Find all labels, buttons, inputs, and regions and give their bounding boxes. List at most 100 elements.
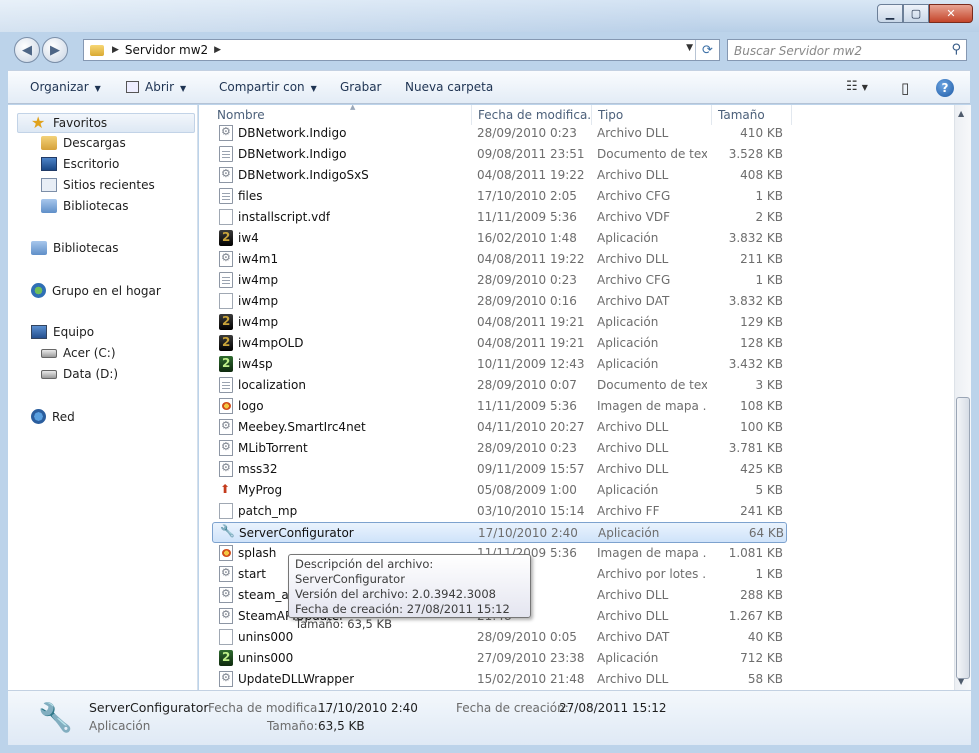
organize-button[interactable]: Organizar ▼ xyxy=(30,80,101,94)
column-header-tamano[interactable]: Tamaño xyxy=(712,105,792,125)
sidebar-item-escritorio[interactable]: Escritorio xyxy=(41,157,119,171)
file-date: 27/09/2010 23:38 xyxy=(477,651,585,665)
file-row[interactable]: iw4sp 10/11/2009 12:43 Aplicación 3.432 KB xyxy=(212,354,787,375)
file-size: 1.267 KB xyxy=(728,609,783,623)
text-file-icon xyxy=(219,188,233,204)
bitmap-image-icon xyxy=(219,398,233,414)
sidebar-item-acer-c[interactable]: Acer (C:) xyxy=(41,346,116,360)
help-button[interactable]: ? xyxy=(936,79,954,97)
scroll-up-icon[interactable]: ▲ xyxy=(958,109,964,118)
search-icon[interactable]: ⚲ xyxy=(951,42,961,57)
file-row[interactable]: DBNetwork.IndigoSxS 04/08/2011 19:22 Archi… xyxy=(212,165,787,186)
file-row[interactable]: installscript.vdf 11/11/2009 5:36 Archivo … xyxy=(212,207,787,228)
chevron-right-icon[interactable]: ▶ xyxy=(214,45,221,55)
file-date: 10/11/2009 12:43 xyxy=(477,357,585,371)
address-bar[interactable]: ▶ Servidor mw2 ▶ ▼ ⟳ xyxy=(83,39,720,61)
search-input[interactable]: Buscar Servidor mw2 ⚲ xyxy=(727,39,967,61)
recent-places-icon xyxy=(41,178,57,192)
file-type: Archivo DLL xyxy=(597,609,669,623)
file-row[interactable]: DBNetwork.Indigo 09/08/2011 23:51 Document… xyxy=(212,144,787,165)
file-row[interactable]: iw4m1 04/08/2011 19:22 Archivo DLL 211 KB xyxy=(212,249,787,270)
scrollbar-thumb[interactable] xyxy=(956,397,970,679)
new-folder-button[interactable]: Nueva carpeta xyxy=(405,80,493,94)
breadcrumb-servidor-mw2[interactable]: Servidor mw2 xyxy=(125,43,208,57)
file-row[interactable]: files 17/10/2010 2:05 Archivo CFG 1 KB xyxy=(212,186,787,207)
scroll-down-icon[interactable]: ▼ xyxy=(958,677,964,686)
sidebar-item-data-d[interactable]: Data (D:) xyxy=(41,367,118,381)
file-row[interactable]: unins000 27/09/2010 23:38 Aplicación 712 KB xyxy=(212,648,787,669)
text-file-icon xyxy=(219,377,233,393)
back-button[interactable]: ◀ xyxy=(14,37,40,63)
sidebar-item-favoritos[interactable]: ★ Favoritos xyxy=(17,113,195,133)
file-row[interactable]: Meebey.SmartIrc4net 04/11/2010 20:27 Archi… xyxy=(212,417,787,438)
vertical-scrollbar[interactable]: ▲ ▼ xyxy=(954,105,971,690)
burn-button[interactable]: Grabar xyxy=(340,80,382,94)
sidebar-item-equipo[interactable]: Equipo xyxy=(31,325,94,339)
file-row[interactable]: iw4 16/02/2010 1:48 Aplicación 3.832 KB xyxy=(212,228,787,249)
file-name: ServerConfigurator xyxy=(239,526,354,540)
column-header-fecha[interactable]: Fecha de modifica... xyxy=(472,105,592,125)
mw2-app-icon xyxy=(219,314,233,330)
file-size: 100 KB xyxy=(740,420,783,434)
file-type: Aplicación xyxy=(597,336,659,350)
tooltip-version: Versión del archivo: 2.0.3942.3008 xyxy=(295,587,497,601)
file-size: 64 KB xyxy=(748,526,784,540)
file-type: Aplicación xyxy=(597,357,659,371)
file-row[interactable]: MLibTorrent 28/09/2010 0:23 Archivo DLL 3.7… xyxy=(212,438,787,459)
computer-icon xyxy=(31,325,47,339)
sidebar-item-bibliotecas-fav[interactable]: Bibliotecas xyxy=(41,199,128,213)
file-row[interactable]: mss32 09/11/2009 15:57 Archivo DLL 425 KB xyxy=(212,459,787,480)
view-options-icon[interactable]: ☷ ▼ xyxy=(846,79,868,94)
file-row[interactable]: ServerConfigurator 17/10/2010 2:40 Aplicac… xyxy=(212,522,787,543)
column-header-tipo[interactable]: Tipo xyxy=(592,105,712,125)
sidebar-item-sitios-recientes[interactable]: Sitios recientes xyxy=(41,178,155,192)
command-bar: Organizar ▼ Abrir ▼ Compartir con ▼ Grabar … xyxy=(8,70,970,104)
column-header-label: Tipo xyxy=(598,108,624,122)
file-size: 1 KB xyxy=(755,273,783,287)
file-row[interactable]: localization 28/09/2010 0:07 Documento de … xyxy=(212,375,787,396)
sidebar-item-red[interactable]: Red xyxy=(31,409,75,424)
open-button[interactable]: Abrir ▼ xyxy=(126,80,186,94)
file-type: Archivo DLL xyxy=(597,672,669,686)
file-type: Archivo DLL xyxy=(597,588,669,602)
file-row[interactable]: iw4mp 28/09/2010 0:23 Archivo CFG 1 KB xyxy=(212,270,787,291)
file-row[interactable]: patch_mp 03/10/2010 15:14 Archivo FF 241 KB xyxy=(212,501,787,522)
file-date: 11/11/2009 5:36 xyxy=(477,210,577,224)
sidebar-item-grupo-hogar[interactable]: Grupo en el hogar xyxy=(31,283,161,298)
refresh-icon[interactable]: ⟳ xyxy=(695,40,719,60)
address-dropdown-icon[interactable]: ▼ xyxy=(686,43,693,53)
close-button[interactable]: ✕ xyxy=(929,4,973,23)
file-size: 211 KB xyxy=(740,252,783,266)
file-row[interactable]: MyProg 05/08/2009 1:00 Aplicación 5 KB xyxy=(212,480,787,501)
file-date: 28/09/2010 0:23 xyxy=(477,441,577,455)
file-row[interactable]: DBNetwork.Indigo 28/09/2010 0:23 Archivo D… xyxy=(212,123,787,144)
file-type: Archivo DAT xyxy=(597,630,670,644)
file-date: 09/11/2009 15:57 xyxy=(477,462,585,476)
file-row[interactable]: iw4mp 04/08/2011 19:21 Aplicación 129 KB xyxy=(212,312,787,333)
maximize-button[interactable]: ▢ xyxy=(903,4,929,23)
file-size: 3 KB xyxy=(755,378,783,392)
file-date: 04/11/2010 20:27 xyxy=(477,420,585,434)
file-row[interactable]: iw4mp 28/09/2010 0:16 Archivo DAT 3.832 KB xyxy=(212,291,787,312)
file-name: iw4mpOLD xyxy=(238,336,304,350)
preview-pane-icon[interactable]: ▯ xyxy=(901,79,909,97)
title-bar: ▁ ▢ ✕ xyxy=(0,0,979,32)
sidebar-item-descargas[interactable]: Descargas xyxy=(41,136,126,150)
sidebar-item-bibliotecas[interactable]: Bibliotecas xyxy=(31,241,118,255)
chevron-right-icon[interactable]: ▶ xyxy=(112,45,119,55)
file-type: Archivo DLL xyxy=(597,441,669,455)
file-size: 288 KB xyxy=(740,588,783,602)
file-row[interactable]: iw4mpOLD 04/08/2011 19:21 Aplicación 128 KB xyxy=(212,333,787,354)
file-type: Archivo CFG xyxy=(597,273,671,287)
file-row[interactable]: logo 11/11/2009 5:36 Imagen de mapa ... 108… xyxy=(212,396,787,417)
dll-file-icon xyxy=(219,566,233,582)
file-name: localization xyxy=(238,378,306,392)
dll-file-icon xyxy=(219,251,233,267)
share-button[interactable]: Compartir con ▼ xyxy=(219,80,317,94)
minimize-button[interactable]: ▁ xyxy=(877,4,903,23)
downloads-folder-icon xyxy=(41,136,57,150)
column-header-nombre[interactable]: Nombre ▲ xyxy=(212,105,472,125)
wrench-app-icon xyxy=(220,524,235,541)
forward-button[interactable]: ▶ xyxy=(42,37,68,63)
file-row[interactable]: UpdateDLLWrapper 15/02/2010 21:48 Archivo … xyxy=(212,669,787,690)
